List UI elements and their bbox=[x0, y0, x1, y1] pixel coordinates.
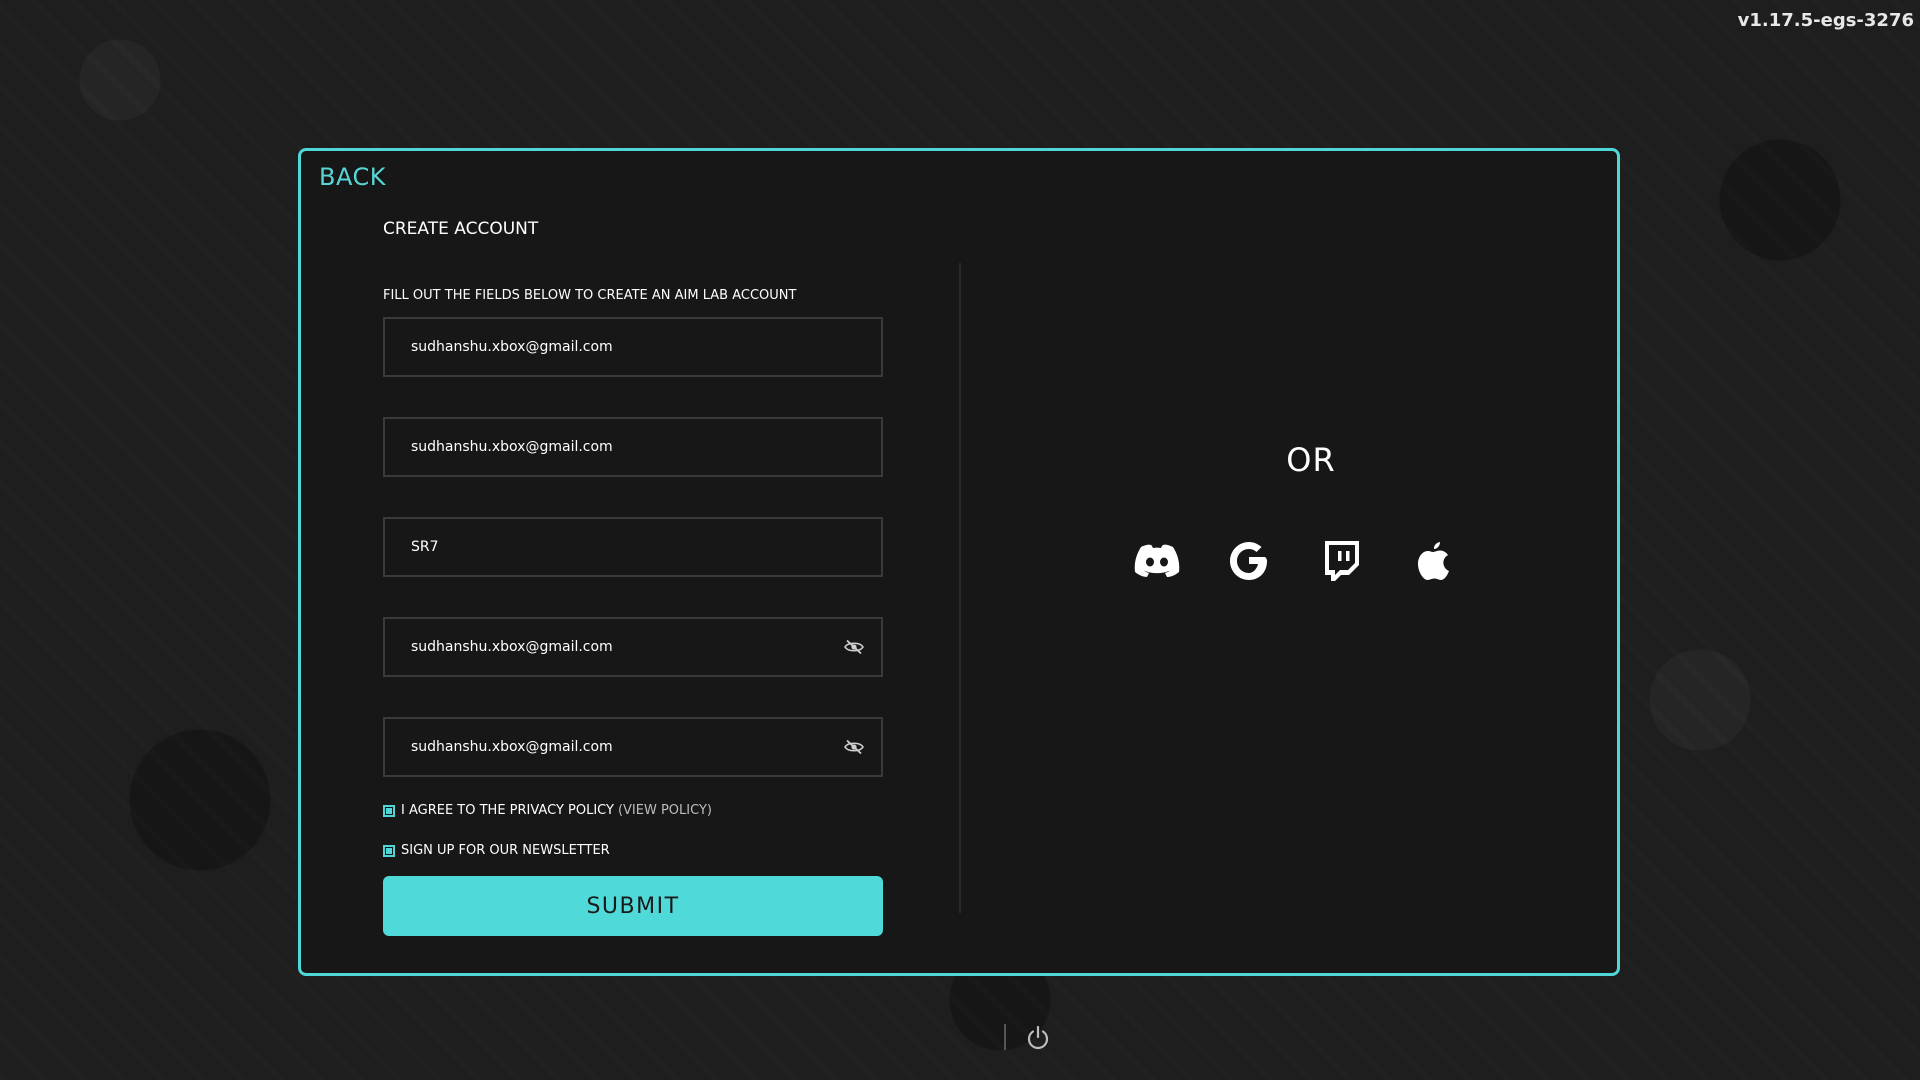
confirm-password-field-value: sudhanshu.xbox@gmail.com bbox=[411, 739, 613, 755]
confirm-email-field[interactable]: sudhanshu.xbox@gmail.com bbox=[383, 417, 883, 477]
confirm-email-field-value: sudhanshu.xbox@gmail.com bbox=[411, 439, 613, 455]
privacy-policy-label: I AGREE TO THE PRIVACY POLICY bbox=[401, 803, 614, 818]
or-label: OR bbox=[1286, 441, 1336, 479]
newsletter-row: SIGN UP FOR OUR NEWSLETTER bbox=[383, 843, 610, 858]
newsletter-checkbox[interactable] bbox=[383, 844, 395, 857]
privacy-policy-row: I AGREE TO THE PRIVACY POLICY (VIEW POLI… bbox=[383, 803, 712, 818]
back-button[interactable]: BACK bbox=[319, 163, 386, 191]
version-label: v1.17.5-egs-3276 bbox=[1737, 10, 1914, 31]
divider bbox=[959, 263, 961, 913]
page-title: CREATE ACCOUNT bbox=[383, 219, 539, 239]
apple-icon[interactable] bbox=[1407, 535, 1459, 587]
eye-slash-icon[interactable] bbox=[843, 636, 865, 658]
confirm-password-field[interactable]: sudhanshu.xbox@gmail.com bbox=[383, 717, 883, 777]
google-icon[interactable] bbox=[1223, 535, 1275, 587]
power-icon[interactable] bbox=[1024, 1024, 1052, 1052]
create-account-panel: BACK CREATE ACCOUNT FILL OUT THE FIELDS … bbox=[298, 148, 1620, 976]
eye-slash-icon[interactable] bbox=[843, 736, 865, 758]
twitch-icon[interactable] bbox=[1315, 535, 1367, 587]
newsletter-label: SIGN UP FOR OUR NEWSLETTER bbox=[401, 843, 610, 858]
discord-icon[interactable] bbox=[1131, 535, 1183, 587]
username-field-value: SR7 bbox=[411, 539, 439, 555]
footer-divider bbox=[1004, 1024, 1006, 1050]
password-field[interactable]: sudhanshu.xbox@gmail.com bbox=[383, 617, 883, 677]
password-field-value: sudhanshu.xbox@gmail.com bbox=[411, 639, 613, 655]
email-field-value: sudhanshu.xbox@gmail.com bbox=[411, 339, 613, 355]
form-instructions: FILL OUT THE FIELDS BELOW TO CREATE AN A… bbox=[383, 288, 797, 303]
privacy-policy-checkbox[interactable] bbox=[383, 804, 395, 817]
view-policy-link[interactable]: (VIEW POLICY) bbox=[618, 803, 712, 818]
email-field[interactable]: sudhanshu.xbox@gmail.com bbox=[383, 317, 883, 377]
username-field[interactable]: SR7 bbox=[383, 517, 883, 577]
submit-button[interactable]: SUBMIT bbox=[383, 876, 883, 936]
